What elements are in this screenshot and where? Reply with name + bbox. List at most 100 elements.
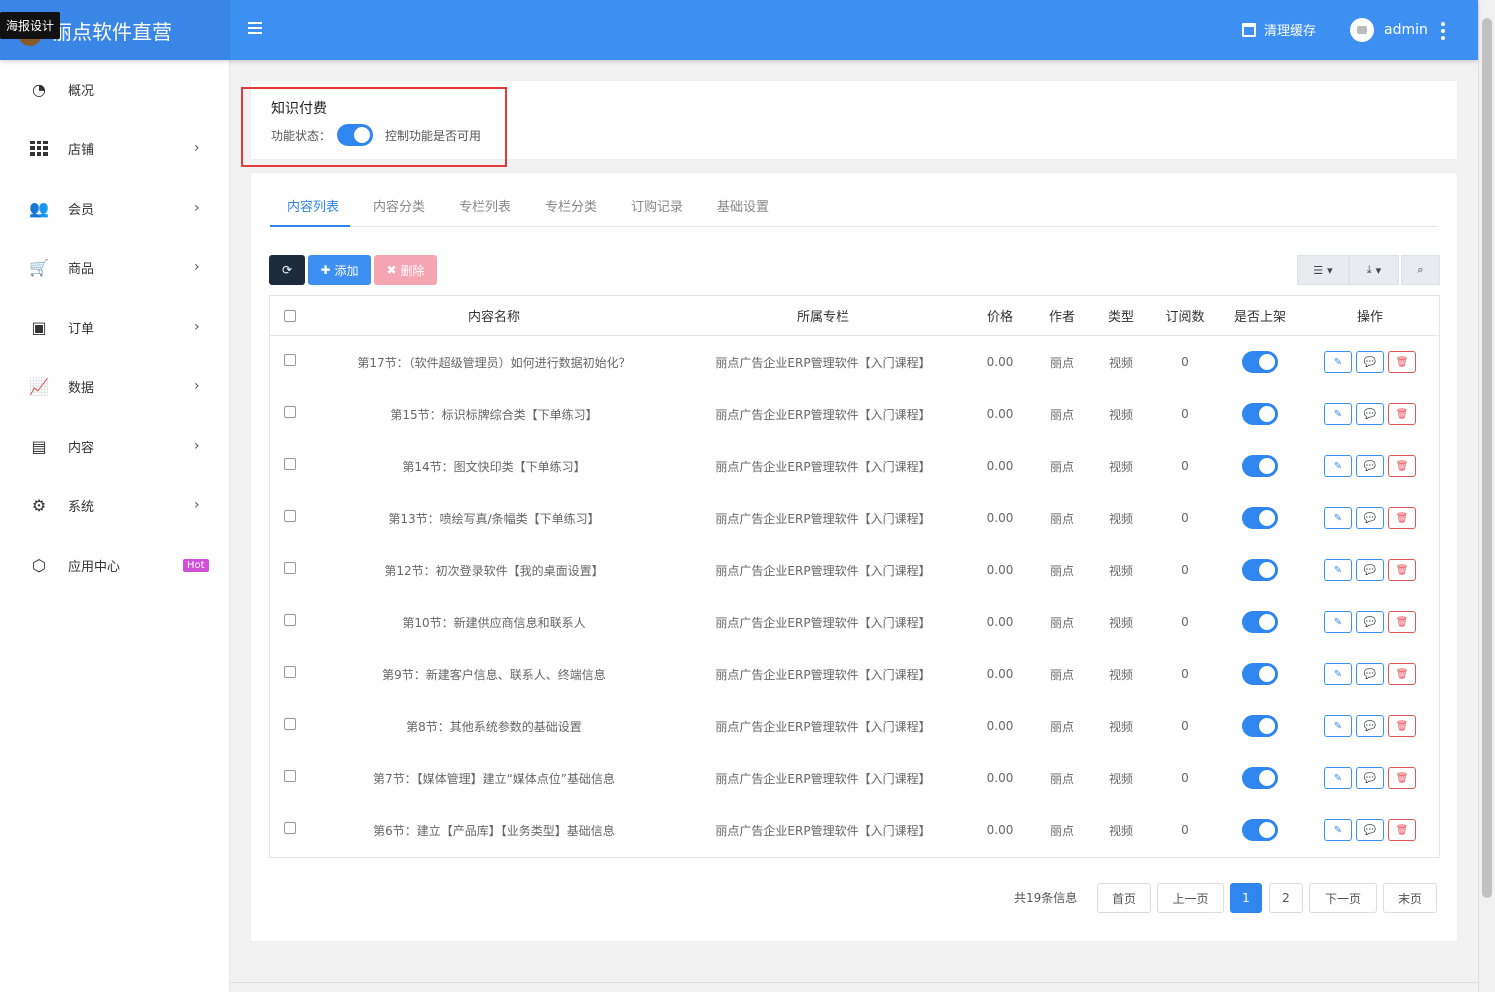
delete-row-button[interactable]: 🗑 <box>1388 559 1416 581</box>
delete-row-button[interactable]: 🗑 <box>1388 455 1416 477</box>
tab-column-category[interactable]: 专栏分类 <box>545 196 597 215</box>
delete-button[interactable]: ✖ 删除 <box>374 255 437 285</box>
comment-button[interactable]: 💬 <box>1356 403 1384 425</box>
column-toggle-button[interactable]: ☰ ▾ <box>1297 255 1349 285</box>
edit-button[interactable]: ✎ <box>1324 715 1352 737</box>
tab-basic-settings[interactable]: 基础设置 <box>717 196 769 215</box>
sidebar-item[interactable]: ▣ 订单 › <box>0 307 230 347</box>
scrollbar-thumb[interactable] <box>1482 18 1492 898</box>
delete-row-button[interactable]: 🗑 <box>1388 715 1416 737</box>
select-all-checkbox[interactable] <box>284 309 296 322</box>
page-1-button[interactable]: 1 <box>1230 883 1262 913</box>
edit-button[interactable]: ✎ <box>1324 507 1352 529</box>
header-column[interactable]: 所属专栏 <box>678 296 968 335</box>
delete-row-button[interactable]: 🗑 <box>1388 403 1416 425</box>
tab-order-records[interactable]: 订购记录 <box>631 196 683 215</box>
add-button[interactable]: ✚ 添加 <box>308 255 371 285</box>
grid-icon <box>30 139 48 157</box>
page-2-button[interactable]: 2 <box>1269 883 1303 913</box>
first-page-button[interactable]: 首页 <box>1097 883 1151 913</box>
edit-button[interactable]: ✎ <box>1324 663 1352 685</box>
table-row: 第15节：标识标牌综合类【下单练习】 丽点广告企业ERP管理软件【入门课程】 0.0… <box>270 388 1439 440</box>
clear-cache-button[interactable]: 清理缓存 <box>1242 20 1316 39</box>
cell-actions: ✎ 💬 🗑 <box>1300 492 1440 544</box>
delete-row-button[interactable]: 🗑 <box>1388 767 1416 789</box>
last-page-button[interactable]: 末页 <box>1383 883 1437 913</box>
tab-column-list[interactable]: 专栏列表 <box>459 196 511 215</box>
listed-toggle[interactable] <box>1242 663 1278 685</box>
select-all-cell <box>270 296 310 335</box>
prev-page-button[interactable]: 上一页 <box>1157 883 1224 913</box>
edit-button[interactable]: ✎ <box>1324 767 1352 789</box>
listed-toggle[interactable] <box>1242 819 1278 841</box>
row-select-cell <box>270 544 310 596</box>
row-checkbox[interactable] <box>284 666 296 678</box>
listed-toggle[interactable] <box>1242 507 1278 529</box>
row-checkbox[interactable] <box>284 822 296 834</box>
search-button[interactable]: ⌕ <box>1401 255 1440 285</box>
delete-row-button[interactable]: 🗑 <box>1388 611 1416 633</box>
header-type[interactable]: 类型 <box>1092 296 1150 335</box>
sidebar-item[interactable]: 📈 数据 › <box>0 366 230 406</box>
sidebar-item[interactable]: 👥 会员 › <box>0 188 230 228</box>
comment-button[interactable]: 💬 <box>1356 819 1384 841</box>
hamburger-menu-icon[interactable] <box>248 22 262 36</box>
tab-content-list[interactable]: 内容列表 <box>287 196 339 215</box>
listed-toggle[interactable] <box>1242 559 1278 581</box>
cell-subs: 0 <box>1181 459 1189 473</box>
comment-button[interactable]: 💬 <box>1356 351 1384 373</box>
listed-toggle[interactable] <box>1242 351 1278 373</box>
comment-button[interactable]: 💬 <box>1356 507 1384 529</box>
edit-button[interactable]: ✎ <box>1324 403 1352 425</box>
row-checkbox[interactable] <box>284 770 296 782</box>
edit-button[interactable]: ✎ <box>1324 611 1352 633</box>
tab-content-category[interactable]: 内容分类 <box>373 196 425 215</box>
header-subscriptions[interactable]: 订阅数 <box>1150 296 1220 335</box>
user-menu[interactable]: admin <box>1350 18 1428 42</box>
listed-toggle[interactable] <box>1242 611 1278 633</box>
header-listed[interactable]: 是否上架 <box>1220 296 1300 335</box>
comment-button[interactable]: 💬 <box>1356 767 1384 789</box>
sidebar-item[interactable]: ▤ 内容 › <box>0 426 230 466</box>
sidebar-item[interactable]: 🛒 商品 › <box>0 247 230 287</box>
cell-column: 丽点广告企业ERP管理软件【入门课程】 <box>715 407 931 422</box>
sidebar-item[interactable]: ⬡ 应用中心 Hot <box>0 545 230 585</box>
edit-button[interactable]: ✎ <box>1324 819 1352 841</box>
feature-status-toggle[interactable] <box>337 124 374 146</box>
delete-row-button[interactable]: 🗑 <box>1388 507 1416 529</box>
header-name[interactable]: 内容名称 <box>310 296 678 335</box>
edit-button[interactable]: ✎ <box>1324 455 1352 477</box>
row-checkbox[interactable] <box>284 510 296 522</box>
cell-name: 第14节：图文快印类【下单练习】 <box>402 459 586 474</box>
sidebar-item[interactable]: 店铺 › <box>0 128 230 168</box>
row-checkbox[interactable] <box>284 614 296 626</box>
comment-button[interactable]: 💬 <box>1356 715 1384 737</box>
listed-toggle[interactable] <box>1242 767 1278 789</box>
header-author[interactable]: 作者 <box>1032 296 1092 335</box>
sidebar-item[interactable]: ⚙ 系统 › <box>0 485 230 525</box>
delete-row-button[interactable]: 🗑 <box>1388 819 1416 841</box>
header-price[interactable]: 价格 <box>968 296 1032 335</box>
next-page-button[interactable]: 下一页 <box>1309 883 1377 913</box>
delete-row-button[interactable]: 🗑 <box>1388 663 1416 685</box>
comment-button[interactable]: 💬 <box>1356 663 1384 685</box>
edit-button[interactable]: ✎ <box>1324 559 1352 581</box>
sidebar-item[interactable]: ◔ 概况 <box>0 69 230 109</box>
edit-button[interactable]: ✎ <box>1324 351 1352 373</box>
export-button[interactable]: ⤓ ▾ <box>1349 255 1399 285</box>
comment-button[interactable]: 💬 <box>1356 611 1384 633</box>
refresh-button[interactable]: ⟳ <box>269 255 305 285</box>
row-checkbox[interactable] <box>284 458 296 470</box>
delete-row-button[interactable]: 🗑 <box>1388 351 1416 373</box>
row-checkbox[interactable] <box>284 406 296 418</box>
page-scrollbar[interactable] <box>1478 0 1495 992</box>
row-checkbox[interactable] <box>284 718 296 730</box>
listed-toggle[interactable] <box>1242 455 1278 477</box>
row-checkbox[interactable] <box>284 354 296 366</box>
listed-toggle[interactable] <box>1242 403 1278 425</box>
row-checkbox[interactable] <box>284 562 296 574</box>
listed-toggle[interactable] <box>1242 715 1278 737</box>
more-options-icon[interactable] <box>1441 22 1447 43</box>
comment-button[interactable]: 💬 <box>1356 559 1384 581</box>
comment-button[interactable]: 💬 <box>1356 455 1384 477</box>
